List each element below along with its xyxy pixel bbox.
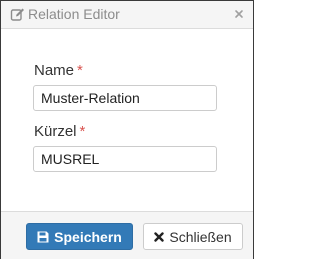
edit-icon [10, 7, 25, 22]
kuerzel-input[interactable] [33, 146, 217, 172]
relation-editor-dialog: Relation Editor Name* Kürzel* Speichern … [0, 0, 254, 259]
dialog-title: Relation Editor [28, 6, 120, 22]
save-icon [37, 231, 49, 242]
close-icon[interactable] [233, 7, 245, 19]
kuerzel-label-text: Kürzel [34, 123, 77, 140]
required-marker: * [79, 123, 86, 140]
save-button[interactable]: Speichern [26, 223, 133, 250]
name-label: Name * [34, 62, 83, 79]
required-marker: * [77, 62, 83, 79]
dialog-footer: Speichern Schließen [1, 211, 253, 259]
kuerzel-label: Kürzel * [34, 123, 85, 140]
dialog-titlebar: Relation Editor [1, 1, 253, 29]
close-button-label: Schließen [169, 228, 232, 245]
close-button[interactable]: Schließen [143, 223, 243, 250]
save-button-label: Speichern [54, 228, 122, 245]
name-input[interactable] [33, 85, 217, 111]
name-label-text: Name [34, 62, 75, 79]
close-icon [154, 231, 165, 242]
